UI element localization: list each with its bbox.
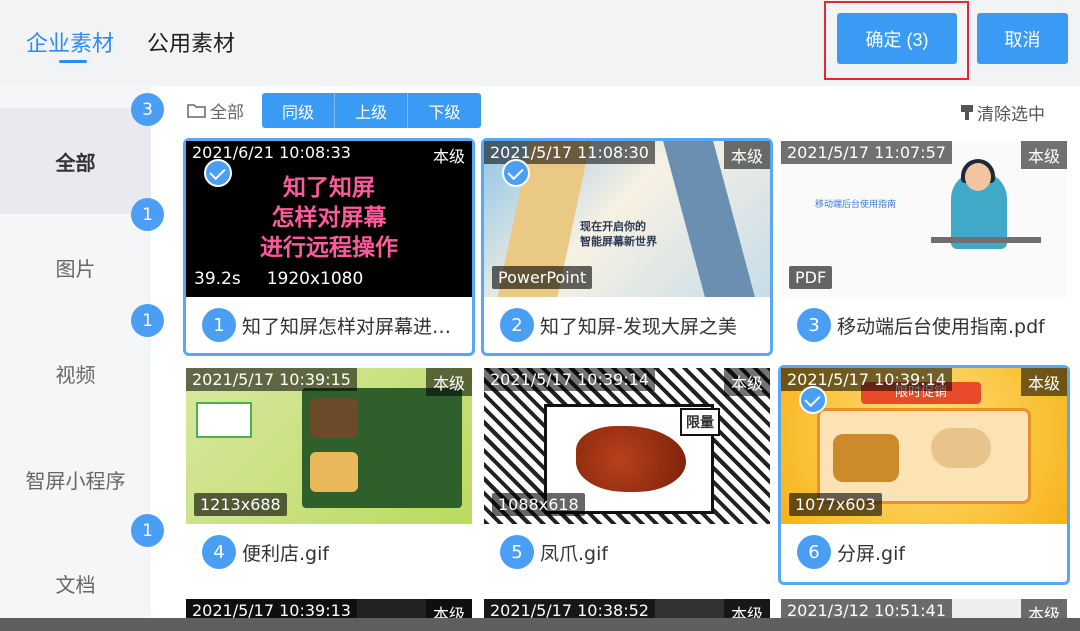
card-index-badge: 1	[202, 308, 236, 342]
breadcrumb-label: 全部	[210, 103, 244, 123]
material-card-7[interactable]: 2021/5/17 10:39:13 本级	[186, 599, 472, 618]
card-timestamp: 2021/5/17 10:38:52	[484, 599, 655, 618]
card-timestamp: 2021/5/17 10:39:14	[484, 368, 655, 391]
breadcrumb[interactable]: 全部	[187, 98, 244, 123]
card-title: 便利店.gif	[242, 542, 330, 565]
thumbnail-food	[310, 452, 358, 492]
cancel-button[interactable]: 取消	[977, 13, 1068, 64]
sidebar-item-videos[interactable]: 视频	[0, 320, 151, 426]
clear-selection-button[interactable]: 清除选中	[960, 100, 1045, 125]
count-badge-documents: 1	[131, 514, 164, 547]
card-timestamp: 2021/5/17 10:39:15	[186, 368, 357, 391]
material-card-2[interactable]: 现在开启你的 智能屏幕新世界 PowerPoint 2021/5/17 11:0…	[481, 138, 773, 356]
card-caption: 4 便利店.gif	[186, 524, 472, 580]
card-index-badge: 3	[797, 308, 831, 342]
card-index-badge: 5	[500, 535, 534, 569]
card-timestamp: 2021/5/17 10:39:13	[186, 599, 357, 618]
sidebar-item-documents[interactable]: 文档	[0, 530, 151, 631]
card-level-tag: 本级	[1020, 599, 1067, 618]
count-badge-images: 1	[131, 198, 164, 231]
material-card-4[interactable]: 1213x688 2021/5/17 10:39:15 本级 4 便利店.gif	[186, 368, 472, 580]
thumbnail-text: 现在开启你的 智能屏幕新世界	[580, 220, 657, 248]
count-badge-videos: 1	[131, 304, 164, 337]
thumbnail-text: 限量	[680, 408, 720, 436]
same-level-button[interactable]: 同级	[262, 93, 335, 128]
file-type-tag: PDF	[789, 266, 833, 289]
card-caption: 2 知了知屏-发现大屏之美	[484, 297, 770, 353]
window-bottom-edge	[0, 618, 1080, 631]
illustration-desk	[931, 237, 1041, 243]
image-resolution: 1077x603	[789, 493, 882, 516]
card-level-tag: 本级	[425, 141, 472, 169]
card-level-tag: 本级	[723, 368, 770, 396]
file-type-tag: PowerPoint	[492, 266, 593, 289]
level-filter-group: 同级 上级 下级	[262, 93, 481, 128]
material-card-5[interactable]: 限量 1088x618 2021/5/17 10:39:14 本级 5 凤爪.g…	[484, 368, 770, 580]
selected-check-icon[interactable]	[502, 159, 530, 187]
material-card-6[interactable]: 限时促销 1077x603 2021/5/17 10:39:14 本级 6 分屏…	[778, 365, 1070, 585]
card-title: 知了知屏怎样对屏幕进行远程操作	[242, 315, 462, 338]
tab-public-material[interactable]: 公用素材	[147, 26, 235, 58]
card-level-tag: 本级	[723, 599, 770, 618]
video-resolution: 1920x1080	[266, 269, 364, 289]
material-card-9[interactable]: 2021/3/12 10:51:41 本级	[781, 599, 1067, 618]
card-title: 移动端后台使用指南.pdf	[837, 315, 1045, 338]
selected-check-icon[interactable]	[204, 159, 232, 187]
image-resolution: 1213x688	[194, 493, 287, 516]
video-duration: 39.2s	[194, 269, 241, 289]
card-level-tag: 本级	[425, 599, 472, 618]
illustration-head	[965, 163, 991, 191]
card-level-tag: 本级	[723, 141, 770, 169]
card-caption: 6 分屏.gif	[781, 524, 1067, 580]
clear-selection-label: 清除选中	[977, 105, 1045, 125]
material-card-1[interactable]: 知了知屏 怎样对屏幕 进行远程操作 39.2s 1920x1080 2021/6…	[183, 138, 475, 356]
confirm-button[interactable]: 确定 (3)	[837, 13, 957, 64]
card-index-badge: 2	[500, 308, 534, 342]
card-index-badge: 4	[202, 535, 236, 569]
card-title: 分屏.gif	[837, 542, 906, 565]
card-title: 凤爪.gif	[540, 542, 609, 565]
count-badge-all: 3	[131, 93, 164, 126]
card-timestamp: 2021/3/12 10:51:41	[781, 599, 952, 618]
sidebar-item-all[interactable]: 全部	[0, 108, 151, 214]
card-index-badge: 6	[797, 535, 831, 569]
thumbnail-sticker	[196, 402, 252, 438]
thumbnail-food	[931, 428, 991, 468]
video-meta: 39.2s 1920x1080	[194, 269, 363, 289]
thumbnail-text: 知了知屏 怎样对屏幕 进行远程操作	[260, 175, 398, 261]
card-level-tag: 本级	[1020, 141, 1067, 169]
selected-check-icon[interactable]	[799, 386, 827, 414]
thumbnail-food	[310, 398, 358, 438]
image-resolution: 1088x618	[492, 493, 585, 516]
thumbnail-text: 移动端后台使用指南	[815, 200, 897, 210]
header: 企业素材 公用素材 确定 (3) 取消	[0, 0, 1080, 86]
sidebar: 全部 图片 视频 智屏小程序 文档	[0, 86, 151, 631]
thumbnail-food	[833, 434, 899, 482]
card-level-tag: 本级	[1020, 368, 1067, 396]
material-card-8[interactable]: 2021/5/17 10:38:52 本级	[484, 599, 770, 618]
folder-icon	[187, 104, 206, 118]
card-caption: 5 凤爪.gif	[484, 524, 770, 580]
card-caption: 3 移动端后台使用指南.pdf	[781, 297, 1067, 353]
brush-icon	[961, 105, 973, 120]
tab-active-indicator	[59, 60, 87, 63]
tab-enterprise-material[interactable]: 企业素材	[26, 26, 114, 58]
sidebar-item-mini-programs[interactable]: 智屏小程序	[0, 426, 151, 532]
card-level-tag: 本级	[425, 368, 472, 396]
card-timestamp: 2021/5/17 11:07:57	[781, 141, 952, 164]
material-card-3[interactable]: 移动端后台使用指南 PDF 2021/5/17 11:07:57 本级 3 移动…	[781, 141, 1067, 353]
sidebar-item-images[interactable]: 图片	[0, 214, 151, 320]
card-caption: 1 知了知屏怎样对屏幕进行远程操作	[186, 297, 472, 353]
upper-level-button[interactable]: 上级	[335, 93, 408, 128]
card-title: 知了知屏-发现大屏之美	[540, 315, 737, 338]
lower-level-button[interactable]: 下级	[408, 93, 481, 128]
